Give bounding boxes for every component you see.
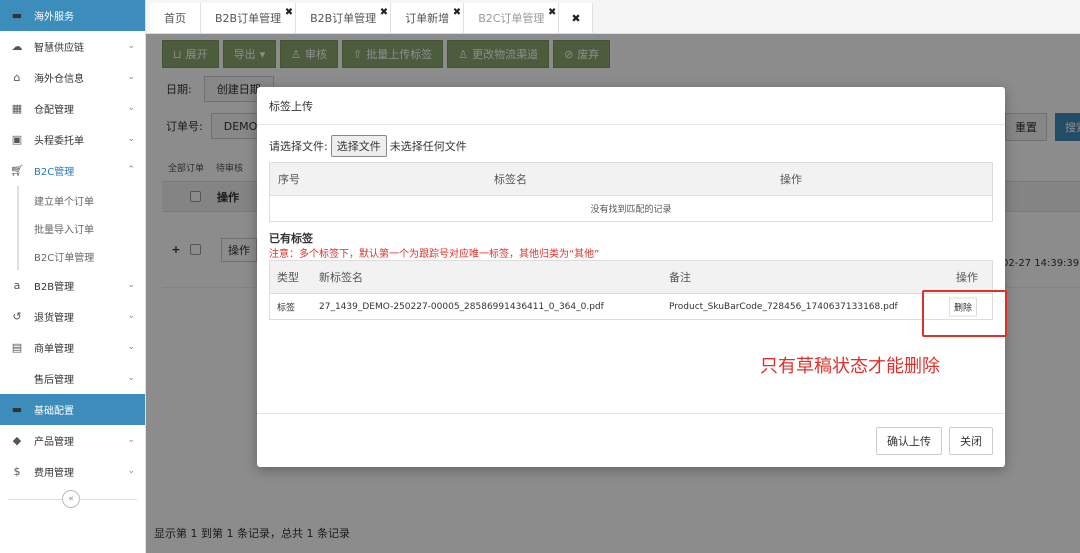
choose-file-button[interactable]: 选择文件 bbox=[330, 135, 387, 157]
label-upload-dialog: 标签上传 请选择文件: 选择文件 未选择任何文件 序号 标签名 操作 没有找到匹… bbox=[257, 87, 1005, 467]
dollar-icon: $ bbox=[13, 465, 21, 478]
sidebar-sub-batch-import[interactable]: 批量导入订单 bbox=[17, 214, 145, 242]
folder-icon: ▬ bbox=[11, 403, 23, 416]
table-header: 类型 新标签名 备注 操作 bbox=[270, 261, 992, 293]
sidebar-item-b2b[interactable]: a B2B管理 ⌄ bbox=[0, 270, 145, 301]
chevron-down-icon: ⌄ bbox=[127, 342, 135, 352]
sidebar-item-after-sales[interactable]: 售后管理 ⌄ bbox=[0, 363, 145, 394]
sidebar-item-base-config[interactable]: ▬ 基础配置 bbox=[0, 394, 145, 425]
annotation-text: 只有草稿状态才能删除 bbox=[760, 356, 940, 377]
tag-icon: ◆ bbox=[12, 434, 22, 447]
dialog-title: 标签上传 bbox=[257, 87, 1005, 125]
undo-icon: ↺ bbox=[12, 310, 22, 323]
chevron-up-icon: ⌃ bbox=[127, 165, 135, 175]
existing-labels-table: 类型 新标签名 备注 操作 标签 27_1439_DEMO-250227-000… bbox=[269, 260, 993, 320]
chevron-down-icon: ⌄ bbox=[127, 41, 135, 51]
chevron-down-icon: ⌄ bbox=[127, 280, 135, 290]
cart-icon: 🛒︎ bbox=[10, 164, 24, 177]
label-filename: 27_1439_DEMO-250227-00005_28586991436411… bbox=[319, 301, 604, 312]
table-header: 序号 标签名 操作 bbox=[270, 163, 992, 195]
close-icon[interactable]: ✖ bbox=[285, 7, 293, 18]
close-all-tabs-button[interactable]: ✖ bbox=[559, 3, 594, 33]
close-icon: ✖ bbox=[571, 11, 581, 25]
close-icon[interactable]: ✖ bbox=[453, 7, 461, 18]
tab-b2b-orders-1[interactable]: B2B订单管理 ✖ bbox=[201, 3, 297, 33]
chevron-down-icon: ⌄ bbox=[127, 466, 135, 476]
document-icon: ▤ bbox=[11, 341, 23, 354]
grid-icon: ▦ bbox=[11, 102, 23, 115]
sidebar-item-fees[interactable]: $ 费用管理 ⌄ bbox=[0, 456, 145, 487]
sidebar-sub-b2c-orders[interactable]: B2C订单管理 bbox=[17, 242, 145, 270]
table-row: 标签 27_1439_DEMO-250227-00005_28586991436… bbox=[270, 293, 992, 319]
tab-order-add[interactable]: 订单新增 ✖ bbox=[391, 3, 465, 33]
warning-note: 注意：多个标签下，默认第一个为跟踪号对应唯一标签，其他归类为“其他” bbox=[269, 249, 600, 260]
label-remark: Product_SkuBarCode_728456_1740637133168.… bbox=[669, 301, 898, 312]
sidebar-sub-create-order[interactable]: 建立单个订单 bbox=[17, 186, 145, 214]
pending-labels-table: 序号 标签名 操作 没有找到匹配的记录 bbox=[269, 162, 993, 222]
sidebar-item-warehouse-info[interactable]: ⌂ 海外仓信息 ⌄ bbox=[0, 62, 145, 93]
home-icon: ⌂ bbox=[13, 71, 21, 84]
sidebar: ▬ 海外服务 ☁ 智慧供应链 ⌄ ⌂ 海外仓信息 ⌄ ▦ 仓配管理 ⌄ ▣ 头程… bbox=[0, 0, 146, 553]
folder-icon: ▬ bbox=[11, 9, 23, 22]
empty-message: 没有找到匹配的记录 bbox=[270, 195, 992, 221]
sidebar-item-merchant[interactable]: ▤ 商单管理 ⌄ bbox=[0, 332, 145, 363]
tab-b2c-orders[interactable]: B2C订单管理 ✖ bbox=[464, 3, 560, 33]
amazon-icon: a bbox=[13, 279, 21, 292]
close-button[interactable]: 关闭 bbox=[949, 426, 993, 455]
sidebar-item-warehouse-mgmt[interactable]: ▦ 仓配管理 ⌄ bbox=[0, 93, 145, 124]
sidebar-item-overseas-service[interactable]: ▬ 海外服务 bbox=[0, 0, 145, 31]
existing-labels-title: 已有标签 bbox=[269, 232, 313, 245]
chevron-down-icon: ⌄ bbox=[127, 373, 135, 383]
sidebar-item-returns[interactable]: ↺ 退货管理 ⌄ bbox=[0, 301, 145, 332]
sidebar-item-supply-chain[interactable]: ☁ 智慧供应链 ⌄ bbox=[0, 31, 145, 62]
sidebar-item-products[interactable]: ◆ 产品管理 ⌄ bbox=[0, 425, 145, 456]
dialog-footer: 确认上传 关闭 bbox=[257, 413, 1005, 467]
close-icon[interactable]: ✖ bbox=[380, 7, 388, 18]
collapse-sidebar-button[interactable]: « bbox=[62, 490, 80, 508]
highlight-box bbox=[922, 290, 1007, 337]
cloud-icon: ☁ bbox=[11, 40, 23, 53]
confirm-upload-button[interactable]: 确认上传 bbox=[876, 426, 942, 455]
close-icon[interactable]: ✖ bbox=[548, 7, 556, 18]
tab-home[interactable]: 首页 bbox=[150, 3, 201, 33]
chevron-down-icon: ⌄ bbox=[127, 435, 135, 445]
chevron-down-icon: ⌄ bbox=[127, 103, 135, 113]
tab-bar: 首页 B2B订单管理 ✖ B2B订单管理 ✖ 订单新增 ✖ B2C订单管理 ✖ ✖ bbox=[146, 0, 1080, 34]
file-select-row: 请选择文件: 选择文件 未选择任何文件 bbox=[269, 135, 467, 157]
chevron-down-icon: ⌄ bbox=[127, 134, 135, 144]
sidebar-item-b2c[interactable]: 🛒︎ B2C管理 ⌃ bbox=[0, 155, 145, 186]
chevron-down-icon: ⌄ bbox=[127, 311, 135, 321]
briefcase-icon: ▣ bbox=[11, 133, 23, 146]
sidebar-item-first-leg[interactable]: ▣ 头程委托单 ⌄ bbox=[0, 124, 145, 155]
chevron-down-icon: ⌄ bbox=[127, 72, 135, 82]
file-status: 未选择任何文件 bbox=[389, 140, 467, 153]
tab-b2b-orders-2[interactable]: B2B订单管理 ✖ bbox=[296, 3, 392, 33]
